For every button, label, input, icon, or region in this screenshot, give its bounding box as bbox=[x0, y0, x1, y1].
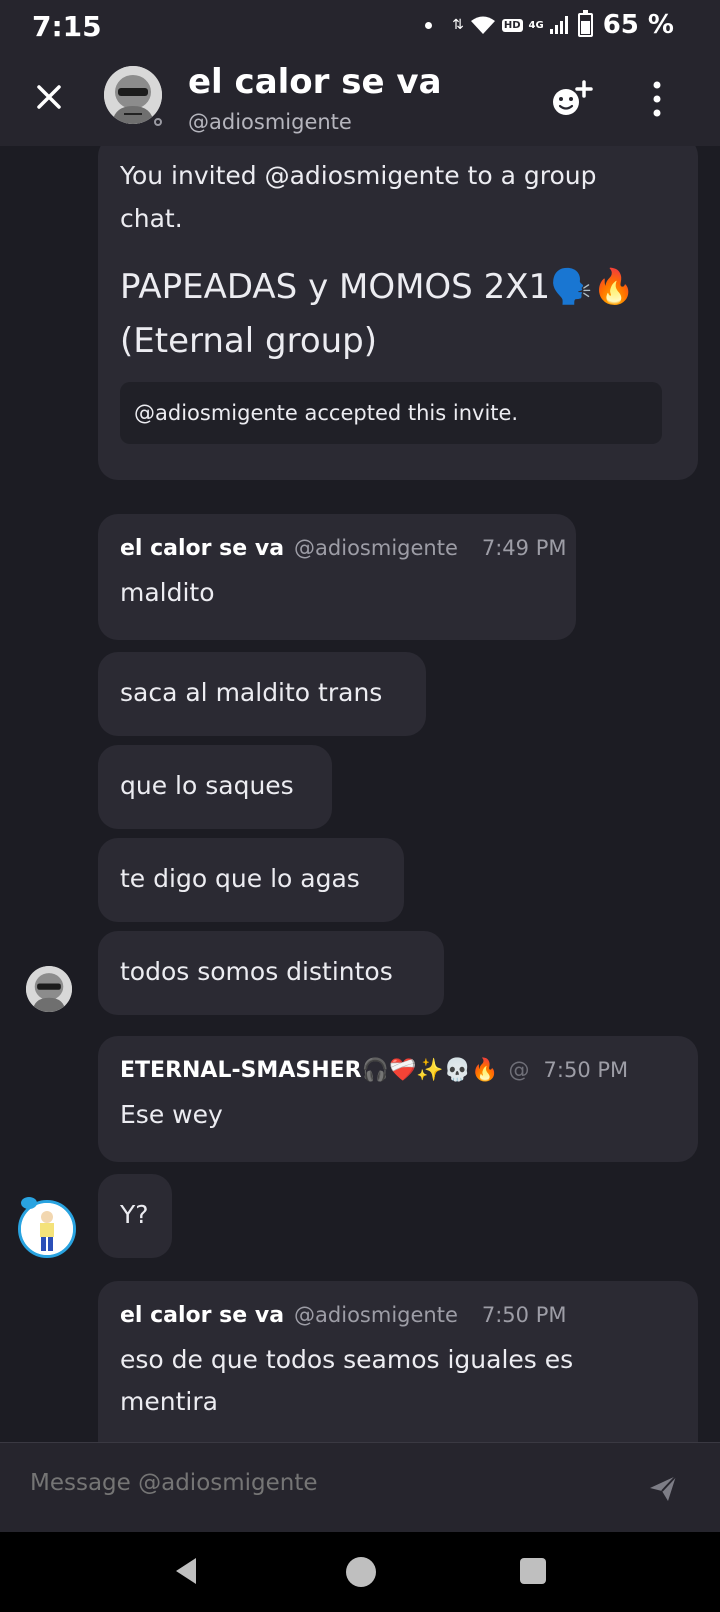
message-handle: @adiosmigente bbox=[294, 1303, 458, 1327]
close-icon bbox=[37, 85, 61, 109]
message-text: maldito bbox=[120, 578, 215, 607]
battery-icon bbox=[577, 10, 593, 37]
send-button[interactable] bbox=[646, 1471, 680, 1505]
send-icon bbox=[650, 1475, 677, 1501]
message-timestamp: 7:50 PM bbox=[543, 1058, 629, 1082]
message-item[interactable]: todos somos distintos bbox=[98, 931, 444, 1015]
message-item[interactable]: que lo saques bbox=[98, 745, 332, 829]
message-handle: @ bbox=[508, 1058, 530, 1082]
add-friend-button[interactable] bbox=[548, 78, 600, 120]
group-name[interactable]: PAPEADAS y MOMOS 2X1🗣️🔥(Eternal group) bbox=[120, 260, 680, 368]
signal-icon bbox=[549, 16, 568, 34]
notification-dot-icon bbox=[425, 21, 433, 29]
message-text: todos somos distintos bbox=[120, 957, 393, 986]
recents-icon[interactable] bbox=[520, 1558, 546, 1584]
header-username: @adiosmigente bbox=[188, 110, 352, 134]
message-item[interactable]: el calor se va @adiosmigente 7:50 PM eso… bbox=[98, 1281, 698, 1442]
invite-text: You invited @adiosmigente to a group cha… bbox=[120, 161, 597, 233]
message-author[interactable]: el calor se va bbox=[120, 1303, 284, 1328]
chat-header: el calor se va @adiosmigente bbox=[0, 52, 720, 146]
message-text: Ese wey bbox=[120, 1100, 223, 1129]
message-text: Y? bbox=[120, 1200, 149, 1229]
home-icon[interactable] bbox=[346, 1557, 376, 1587]
more-vertical-icon bbox=[653, 81, 661, 117]
message-item[interactable]: te digo que lo agas bbox=[98, 838, 404, 922]
message-timestamp: 7:49 PM bbox=[481, 536, 567, 560]
message-item[interactable]: el calor se va @adiosmigente 7:49 PM mal… bbox=[98, 514, 576, 640]
system-navigation-bar bbox=[0, 1532, 720, 1612]
message-input[interactable] bbox=[28, 1469, 592, 1497]
status-time: 7:15 bbox=[32, 10, 102, 43]
message-text: eso de que todos seamos iguales es menti… bbox=[120, 1345, 574, 1416]
back-icon[interactable] bbox=[172, 1556, 200, 1586]
add-friend-icon bbox=[553, 80, 593, 115]
wifi-icon bbox=[470, 16, 495, 34]
message-author[interactable]: ETERNAL-SMASHER🎧❤️‍🩹✨💀🔥 bbox=[120, 1058, 499, 1083]
message-text: saca al maldito trans bbox=[120, 678, 383, 707]
message-item[interactable]: saca al maldito trans bbox=[98, 652, 426, 736]
avatar[interactable] bbox=[26, 966, 72, 1012]
group-invite-card: You invited @adiosmigente to a group cha… bbox=[98, 146, 698, 480]
status-bar: 7:15 ⇅ HD 4G 65 % bbox=[0, 0, 720, 52]
message-text: te digo que lo agas bbox=[120, 864, 360, 893]
network-type: 4G bbox=[528, 19, 544, 31]
message-composer bbox=[0, 1442, 720, 1532]
message-item[interactable]: ETERNAL-SMASHER🎧❤️‍🩹✨💀🔥 @ 7:50 PM Ese we… bbox=[98, 1036, 698, 1162]
header-title[interactable]: el calor se va bbox=[188, 62, 442, 102]
avatar-image bbox=[21, 1203, 73, 1255]
status-icons: ⇅ HD 4G 65 % bbox=[425, 10, 674, 40]
message-text: que lo saques bbox=[120, 771, 294, 800]
avatar-decoration-icon bbox=[21, 1197, 37, 1209]
message-list[interactable]: You invited @adiosmigente to a group cha… bbox=[0, 146, 720, 1442]
message-item[interactable]: Y? bbox=[98, 1174, 172, 1258]
more-options-button[interactable] bbox=[642, 76, 672, 122]
presence-status-icon bbox=[151, 115, 165, 129]
avatar-image bbox=[26, 966, 72, 1012]
message-handle: @adiosmigente bbox=[294, 536, 458, 560]
hd-badge: HD bbox=[501, 18, 523, 32]
data-transfer-icon: ⇅ bbox=[452, 17, 464, 33]
message-timestamp: 7:50 PM bbox=[481, 1303, 567, 1327]
message-author[interactable]: el calor se va bbox=[120, 536, 284, 561]
invite-accepted-status: @adiosmigente accepted this invite. bbox=[120, 382, 662, 444]
battery-percent: 65 % bbox=[602, 10, 674, 40]
close-button[interactable] bbox=[30, 78, 68, 116]
